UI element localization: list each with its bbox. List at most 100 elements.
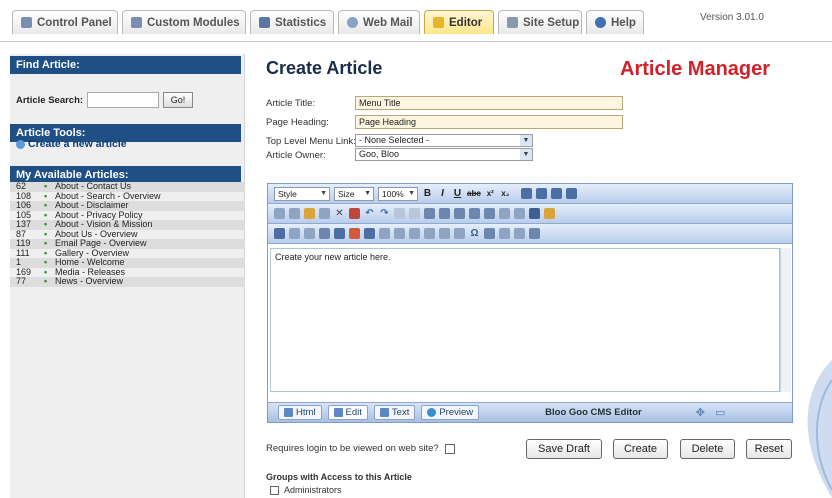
ordered-list-icon[interactable] — [424, 208, 435, 219]
preview-mode-tab[interactable]: Preview — [421, 405, 480, 420]
chevron-down-icon: ▼ — [408, 189, 415, 197]
menu-link-label: Top Level Menu Link: — [266, 136, 356, 147]
tab-help[interactable]: Help — [586, 10, 644, 34]
brand-title: Article Manager — [620, 58, 771, 80]
tab-editor[interactable]: Editor — [424, 10, 494, 34]
zoom-select[interactable]: 100% ▼ — [378, 186, 418, 201]
tab-label: Text — [391, 407, 410, 418]
tab-control-panel[interactable]: Control Panel — [12, 10, 118, 34]
template-icon[interactable] — [484, 228, 495, 239]
article-search-label: Article Search: — [16, 94, 84, 106]
anchor-link-icon[interactable] — [454, 228, 465, 239]
tab-custom-modules[interactable]: Custom Modules — [122, 10, 246, 34]
cut-icon[interactable] — [274, 208, 285, 219]
tab-label: Edit — [345, 407, 362, 418]
superscript-icon[interactable]: x² — [485, 187, 496, 200]
align-right-icon[interactable] — [550, 188, 562, 199]
article-search-input[interactable] — [87, 92, 160, 108]
tab-statistics[interactable]: Statistics — [250, 10, 334, 34]
underline-icon[interactable]: U — [452, 187, 463, 200]
outdent-icon[interactable] — [454, 208, 465, 219]
italic-icon[interactable]: I — [437, 187, 448, 200]
requires-login-label: Requires login to be viewed on web site? — [266, 443, 439, 454]
help-icon — [595, 17, 606, 28]
bold-icon[interactable]: B — [422, 187, 433, 200]
edit-icon[interactable] — [349, 208, 360, 219]
reset-button[interactable]: Reset — [746, 439, 792, 459]
save-draft-button[interactable]: Save Draft — [526, 439, 602, 459]
requires-login-checkbox[interactable] — [444, 443, 455, 454]
undo-icon[interactable]: ↶ — [364, 207, 375, 220]
horizontal-rule-icon[interactable] — [409, 228, 420, 239]
html-mode-tab[interactable]: Html — [278, 405, 322, 420]
form-icon[interactable] — [274, 228, 285, 239]
group-checkbox[interactable] — [270, 485, 279, 495]
text-color-icon[interactable] — [499, 208, 510, 219]
frame-icon[interactable] — [379, 228, 390, 239]
copy-icon[interactable] — [289, 208, 300, 219]
special-char-icon[interactable]: Ω — [469, 227, 480, 240]
highlight-icon[interactable] — [514, 208, 525, 219]
chart-icon — [259, 17, 270, 28]
expand-icon[interactable]: ✥ — [696, 406, 705, 419]
save-icon[interactable] — [514, 228, 525, 239]
image-icon[interactable] — [544, 208, 555, 219]
edit-mode-tab[interactable]: Edit — [327, 405, 368, 420]
anchor-icon[interactable] — [319, 228, 330, 239]
article-owner-value: Goo, Bloo — [359, 149, 400, 159]
find-icon[interactable] — [319, 208, 330, 219]
indent-icon[interactable] — [469, 208, 480, 219]
editor-name-label: Bloo Goo CMS Editor — [545, 407, 642, 418]
fullscreen-icon[interactable] — [529, 228, 540, 239]
article-title-field[interactable]: Menu Title — [355, 96, 623, 110]
tab-label: Help — [611, 16, 636, 29]
break-icon[interactable] — [424, 228, 435, 239]
collapse-icon[interactable]: ▭ — [715, 406, 725, 419]
sidebar: Find Article: Article Search: Go! Articl… — [10, 54, 245, 498]
blockquote-icon[interactable] — [484, 208, 495, 219]
text-mode-tab[interactable]: Text — [373, 405, 416, 420]
delete-button[interactable]: Delete — [680, 439, 735, 459]
article-owner-select[interactable]: Goo, Bloo ▼ — [355, 148, 533, 161]
grid-icon[interactable] — [364, 228, 375, 239]
delete-icon[interactable]: ✕ — [334, 207, 345, 220]
table-icon[interactable] — [529, 208, 540, 219]
edit-icon — [333, 408, 343, 417]
tab-site-setup[interactable]: Site Setup — [498, 10, 582, 34]
editor-content-area[interactable]: Create your new article here. — [270, 248, 780, 392]
insert-table-icon[interactable] — [334, 228, 345, 239]
version-label: Version 3.01.0 — [700, 12, 764, 23]
subscript-icon[interactable]: x₂ — [500, 187, 511, 200]
toolbar-row-3: Ω — [268, 224, 792, 244]
align-left-icon[interactable] — [520, 188, 532, 199]
spellcheck-icon[interactable] — [499, 228, 510, 239]
redo-icon[interactable]: ↷ — [379, 207, 390, 220]
flash-icon[interactable] — [439, 228, 450, 239]
size-select[interactable]: Size ▼ — [334, 186, 374, 201]
unlink-icon[interactable] — [304, 228, 315, 239]
unordered-list-icon[interactable] — [439, 208, 450, 219]
page-heading-field[interactable]: Page Heading — [355, 115, 623, 129]
tab-web-mail[interactable]: Web Mail — [338, 10, 420, 34]
align-center-icon[interactable] — [535, 188, 547, 199]
media-icon[interactable] — [349, 228, 360, 239]
create-article-link[interactable]: Create a new article — [16, 138, 127, 150]
go-button[interactable]: Go! — [163, 92, 194, 108]
align-justify-icon[interactable] — [565, 188, 577, 199]
page-heading-label: Page Heading: — [266, 117, 329, 128]
create-button[interactable]: Create — [613, 439, 668, 459]
editor-scrollbar[interactable] — [780, 248, 791, 392]
link-icon[interactable] — [289, 228, 300, 239]
menu-link-select[interactable]: - None Selected - ▼ — [355, 134, 533, 147]
article-title-label: Article Title: — [266, 98, 316, 109]
list-item[interactable]: 77 • News - Overview — [10, 276, 245, 287]
style-select[interactable]: Style ▼ — [274, 186, 330, 201]
select-icon[interactable] — [409, 208, 420, 219]
menu-link-value: - None Selected - — [359, 135, 430, 145]
cursor-icon[interactable] — [394, 208, 405, 219]
requires-login-row: Requires login to be viewed on web site? — [266, 443, 455, 454]
strikethrough-icon[interactable]: abc — [467, 187, 481, 200]
home-icon — [21, 17, 32, 28]
paste-icon[interactable] — [304, 208, 315, 219]
layer-icon[interactable] — [394, 228, 405, 239]
